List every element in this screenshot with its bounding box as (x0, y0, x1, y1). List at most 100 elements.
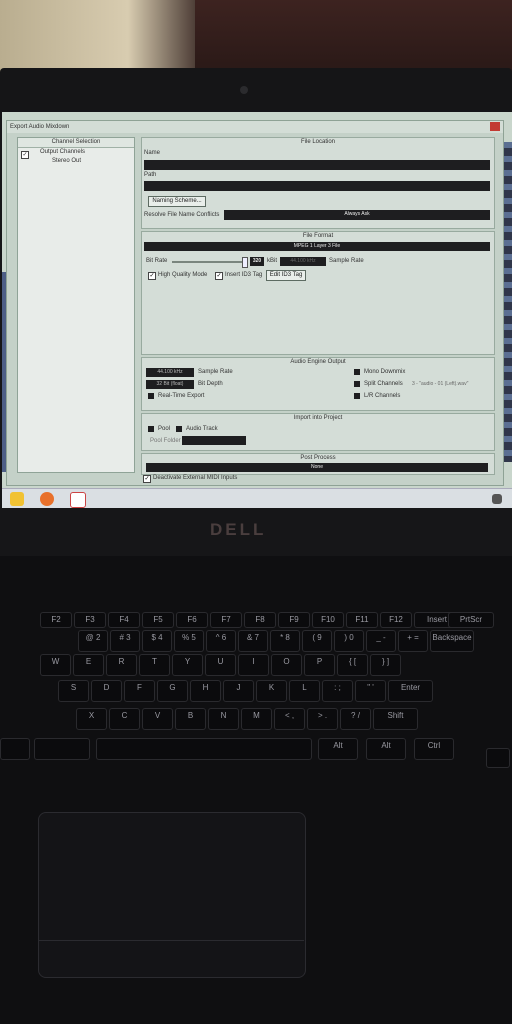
realtime-checkbox[interactable] (148, 393, 154, 399)
tray-icon[interactable] (492, 494, 502, 504)
key-x[interactable]: X (76, 708, 107, 730)
key-f3[interactable]: F3 (74, 612, 106, 628)
name-field[interactable] (144, 160, 490, 170)
key-s[interactable]: S (58, 680, 89, 702)
key-[interactable]: _ - (366, 630, 396, 652)
key-c[interactable]: C (109, 708, 140, 730)
lr-channels-checkbox[interactable] (354, 393, 360, 399)
path-label: Path (144, 172, 157, 178)
pool-folder-field[interactable] (182, 436, 246, 445)
key-[interactable]: " ' (355, 680, 386, 702)
key-[interactable]: ? / (340, 708, 371, 730)
key-y[interactable]: Y (172, 654, 203, 676)
key-f5[interactable]: F5 (142, 612, 174, 628)
high-quality-label: High Quality Mode (158, 272, 208, 278)
key-0[interactable]: ) 0 (334, 630, 364, 652)
name-label: Name (144, 150, 161, 156)
key-prtscr[interactable]: PrtScr (448, 612, 494, 628)
key-[interactable]: } ] (370, 654, 401, 676)
key-[interactable]: + = (398, 630, 428, 652)
post-process-select[interactable]: None (146, 463, 488, 472)
key-f8[interactable]: F8 (244, 612, 276, 628)
key-f9[interactable]: F9 (278, 612, 310, 628)
file-explorer-icon[interactable] (10, 492, 24, 506)
cubase-icon[interactable] (70, 492, 86, 508)
firefox-icon[interactable] (40, 492, 54, 506)
key-l[interactable]: L (289, 680, 320, 702)
key-f12[interactable]: F12 (380, 612, 412, 628)
key-k[interactable]: K (256, 680, 287, 702)
key-enter[interactable]: Enter (388, 680, 433, 702)
key-f10[interactable]: F10 (312, 612, 344, 628)
key-arrow-left[interactable] (486, 748, 510, 768)
key-9[interactable]: ( 9 (302, 630, 332, 652)
file-format-select[interactable]: MPEG 1 Layer 3 File (144, 242, 490, 251)
mono-downmix-checkbox[interactable] (354, 369, 360, 375)
key-3[interactable]: # 3 (110, 630, 140, 652)
key-windows[interactable] (0, 738, 30, 760)
key-alt[interactable]: Alt (318, 738, 358, 760)
key-6[interactable]: ^ 6 (206, 630, 236, 652)
key-w[interactable]: W (40, 654, 71, 676)
key-alt-left[interactable] (34, 738, 90, 760)
key-m[interactable]: M (241, 708, 272, 730)
key-j[interactable]: J (223, 680, 254, 702)
audio-track-checkbox[interactable] (176, 426, 182, 432)
key-ctrl[interactable]: Ctrl (414, 738, 454, 760)
deactivate-midi-checkbox[interactable]: ✓ (143, 475, 151, 483)
key-4[interactable]: $ 4 (142, 630, 172, 652)
key-[interactable]: : ; (322, 680, 353, 702)
key-p[interactable]: P (304, 654, 335, 676)
key-[interactable]: > . (307, 708, 338, 730)
tree-group[interactable]: ✓ Output Channels (18, 148, 134, 159)
touchpad-buttons[interactable] (38, 940, 304, 977)
key-v[interactable]: V (142, 708, 173, 730)
format-sample-rate-label: Sample Rate (329, 258, 364, 264)
key-f7[interactable]: F7 (210, 612, 242, 628)
format-sample-rate-select[interactable]: 44.100 kHz (280, 257, 326, 266)
naming-scheme-button[interactable]: Naming Scheme... (148, 196, 206, 207)
pool-checkbox[interactable] (148, 426, 154, 432)
resolve-conflicts-select[interactable]: Always Ask (224, 210, 490, 220)
key-t[interactable]: T (139, 654, 170, 676)
key-b[interactable]: B (175, 708, 206, 730)
split-channels-example: 3 - "audio - 01 (Left).wav" (412, 381, 469, 387)
key-5[interactable]: % 5 (174, 630, 204, 652)
key-[interactable]: < , (274, 708, 305, 730)
split-channels-checkbox[interactable] (354, 381, 360, 387)
bitrate-slider-handle[interactable] (242, 257, 248, 268)
bitrate-value[interactable]: 320 (250, 257, 264, 266)
key-d[interactable]: D (91, 680, 122, 702)
key-i[interactable]: I (238, 654, 269, 676)
key-h[interactable]: H (190, 680, 221, 702)
id3-checkbox[interactable]: ✓ (215, 272, 223, 280)
key-n[interactable]: N (208, 708, 239, 730)
engine-sample-rate-select[interactable]: 44.100 kHz (146, 368, 194, 377)
key-7[interactable]: & 7 (238, 630, 268, 652)
file-format-section: File Format MPEG 1 Layer 3 File Bit Rate… (141, 231, 495, 355)
key-r[interactable]: R (106, 654, 137, 676)
key-e[interactable]: E (73, 654, 104, 676)
key-f[interactable]: F (124, 680, 155, 702)
key-shift[interactable]: Shift (373, 708, 418, 730)
key-f11[interactable]: F11 (346, 612, 378, 628)
key-f4[interactable]: F4 (108, 612, 140, 628)
path-field[interactable] (144, 181, 490, 191)
edit-id3-button[interactable]: Edit ID3 Tag (266, 270, 306, 281)
key-f6[interactable]: F6 (176, 612, 208, 628)
tree-item[interactable]: Stereo Out (18, 158, 134, 168)
key-alt[interactable]: Alt (366, 738, 406, 760)
key-backspace[interactable]: Backspace (430, 630, 474, 652)
close-button[interactable] (490, 122, 500, 131)
key-u[interactable]: U (205, 654, 236, 676)
key-8[interactable]: * 8 (270, 630, 300, 652)
bit-depth-select[interactable]: 32 Bit (float) (146, 380, 194, 389)
key-space[interactable] (96, 738, 312, 760)
key-f2[interactable]: F2 (40, 612, 72, 628)
key-g[interactable]: G (157, 680, 188, 702)
bitrate-slider-track[interactable] (172, 261, 246, 263)
key-o[interactable]: O (271, 654, 302, 676)
high-quality-checkbox[interactable]: ✓ (148, 272, 156, 280)
key-2[interactable]: @ 2 (78, 630, 108, 652)
key-[interactable]: { [ (337, 654, 368, 676)
